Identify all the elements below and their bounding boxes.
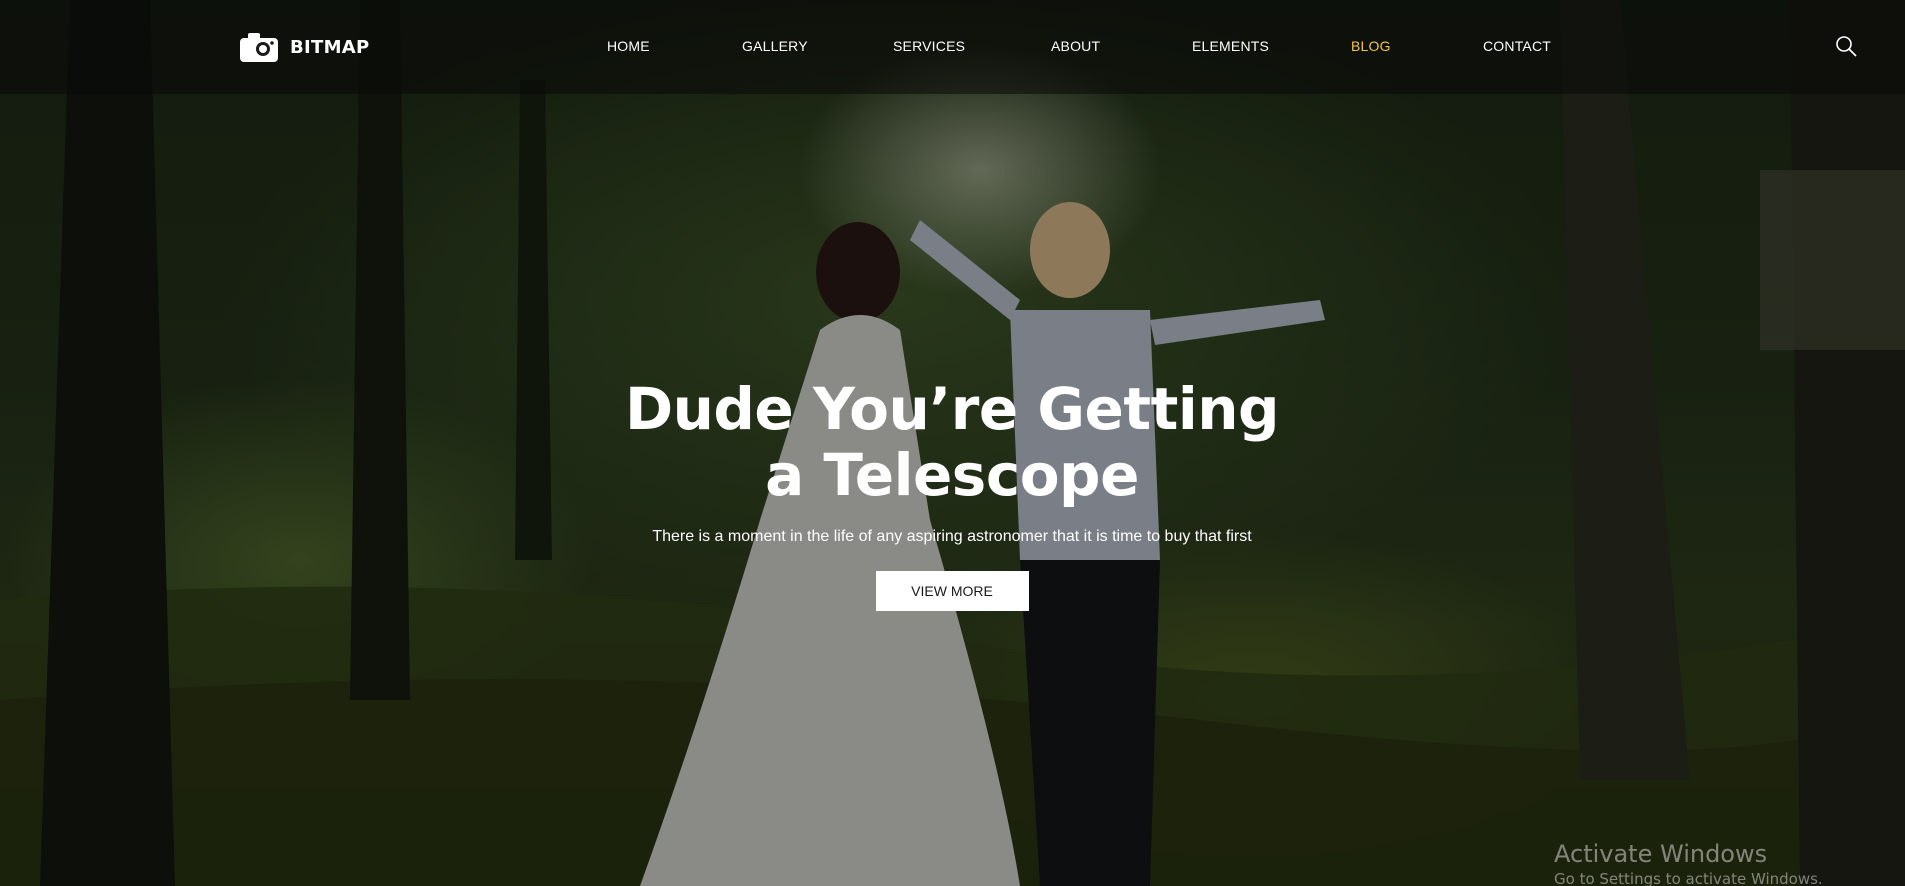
camera-icon [240,33,278,62]
watermark-subtitle: Go to Settings to activate Windows. [1554,870,1823,886]
activate-windows-watermark: Activate Windows Go to Settings to activ… [1554,840,1823,886]
hero-title: Dude You’re Getting a Telescope [552,376,1352,508]
hero-section: BITMAP HOME GALLERY SERVICES ABOUT ELEME… [0,0,1905,886]
search-icon[interactable] [1835,35,1857,57]
hero-content: Dude You’re Getting a Telescope There is… [552,376,1352,611]
brand-logo[interactable]: BITMAP [240,32,370,62]
nav-home[interactable]: HOME [607,38,650,54]
nav-blog[interactable]: BLOG [1351,38,1391,54]
nav-contact[interactable]: CONTACT [1483,38,1551,54]
nav-services[interactable]: SERVICES [893,38,965,54]
hero-title-line-1: Dude You’re Getting [624,375,1280,443]
nav-gallery[interactable]: GALLERY [742,38,808,54]
nav-about[interactable]: ABOUT [1051,38,1100,54]
nav-elements[interactable]: ELEMENTS [1192,38,1269,54]
hero-subtitle: There is a moment in the life of any asp… [652,528,1252,545]
view-more-button[interactable]: VIEW MORE [875,571,1029,611]
brand-name: BITMAP [290,36,370,58]
watermark-title: Activate Windows [1554,840,1768,868]
hero-title-line-2: a Telescope [765,441,1139,509]
top-navbar: BITMAP HOME GALLERY SERVICES ABOUT ELEME… [0,0,1905,94]
